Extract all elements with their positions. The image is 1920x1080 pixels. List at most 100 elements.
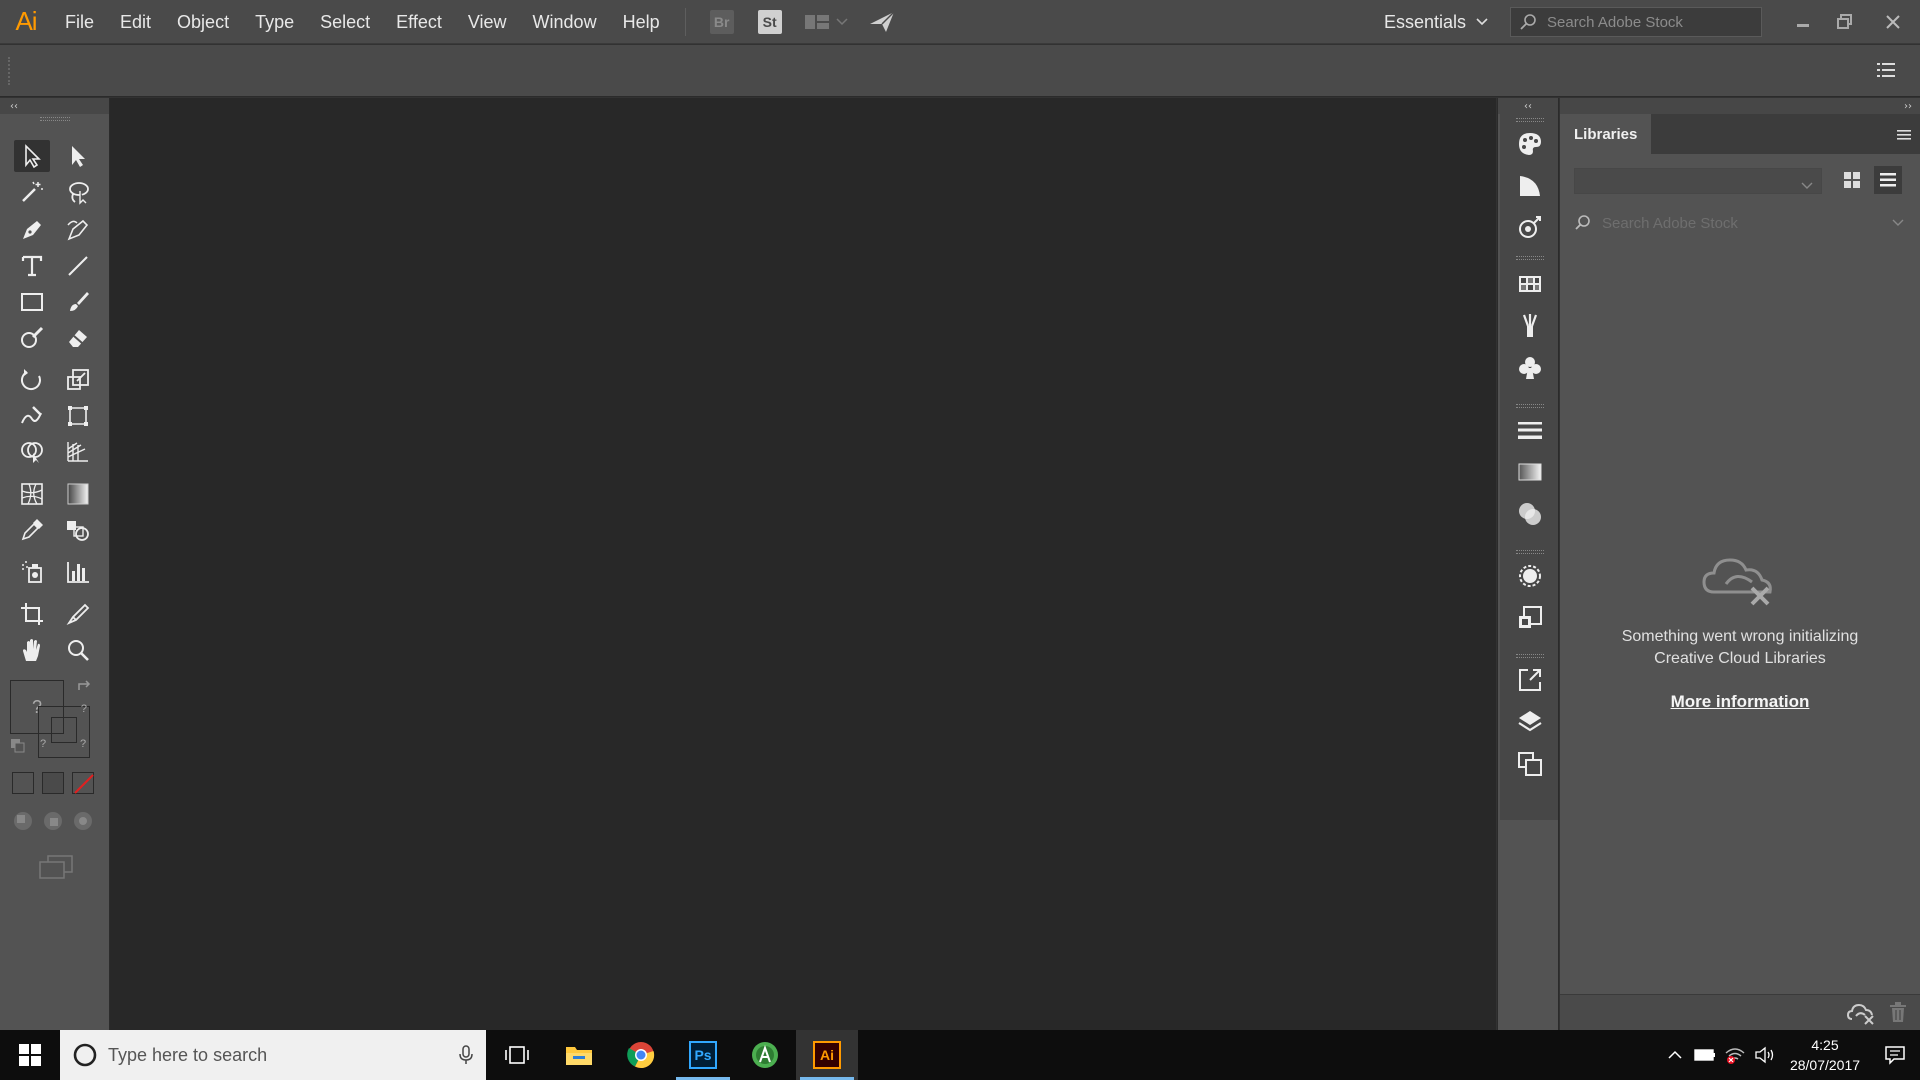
appearance-panel-button[interactable] xyxy=(1514,560,1546,592)
zoom-tool[interactable] xyxy=(60,634,96,666)
restore-button[interactable] xyxy=(1824,0,1866,44)
delete-button[interactable] xyxy=(1888,1001,1908,1027)
screen-mode-button[interactable] xyxy=(38,854,74,884)
layers-panel-button[interactable] xyxy=(1514,706,1546,738)
grid-view-button[interactable] xyxy=(1838,166,1866,194)
symbol-sprayer-tool[interactable] xyxy=(14,556,50,588)
selection-tool[interactable] xyxy=(14,140,50,172)
dock-grip[interactable] xyxy=(1516,118,1544,122)
rotate-tool[interactable] xyxy=(14,364,50,396)
color-themes-panel-button[interactable] xyxy=(1514,212,1546,244)
minimize-button[interactable] xyxy=(1782,0,1824,44)
dock-grip[interactable] xyxy=(1516,654,1544,658)
menu-edit[interactable]: Edit xyxy=(107,0,164,44)
artboard-tool[interactable] xyxy=(14,598,50,630)
dock-grip[interactable] xyxy=(1516,256,1544,260)
taskbar-search-input[interactable] xyxy=(108,1044,436,1066)
sync-status-button[interactable] xyxy=(1846,1001,1876,1029)
gradient-panel-button[interactable] xyxy=(1514,456,1546,488)
transparency-panel-button[interactable] xyxy=(1514,498,1546,530)
gradient-mode-button[interactable] xyxy=(42,772,64,794)
publish-button[interactable] xyxy=(868,10,896,34)
libraries-expand-button[interactable]: ›› xyxy=(1560,98,1920,114)
more-information-link[interactable]: More information xyxy=(1671,692,1810,712)
task-view-button[interactable] xyxy=(486,1030,548,1080)
mesh-tool[interactable] xyxy=(14,478,50,510)
hand-tool[interactable] xyxy=(14,634,50,666)
dock-collapse-button[interactable]: ‹‹ xyxy=(1498,98,1558,114)
list-view-button[interactable] xyxy=(1874,166,1902,194)
show-hidden-icons-button[interactable] xyxy=(1660,1030,1690,1080)
network-button[interactable] xyxy=(1720,1030,1750,1080)
menu-window[interactable]: Window xyxy=(520,0,610,44)
document-canvas[interactable] xyxy=(110,98,1496,1030)
free-transform-tool[interactable] xyxy=(60,400,96,432)
draw-inside-button[interactable] xyxy=(72,810,94,832)
start-button[interactable] xyxy=(0,1030,60,1080)
export-assets-panel-button[interactable] xyxy=(1514,664,1546,696)
magic-wand-tool[interactable] xyxy=(14,176,50,208)
library-stock-search-input[interactable] xyxy=(1602,214,1882,232)
menu-file[interactable]: File xyxy=(52,0,107,44)
column-graph-tool[interactable] xyxy=(60,556,96,588)
menu-effect[interactable]: Effect xyxy=(383,0,455,44)
scale-tool[interactable] xyxy=(60,364,96,396)
color-guide-panel-button[interactable] xyxy=(1514,170,1546,202)
menu-object[interactable]: Object xyxy=(164,0,242,44)
draw-behind-button[interactable] xyxy=(42,810,64,832)
libraries-panel-menu-button[interactable] xyxy=(1896,127,1912,146)
color-mode-button[interactable] xyxy=(12,772,34,794)
swatches-panel-button[interactable] xyxy=(1514,268,1546,300)
paintbrush-tool[interactable] xyxy=(60,286,96,318)
arrange-documents-button[interactable] xyxy=(804,13,848,31)
chevron-down-icon[interactable] xyxy=(1892,219,1904,227)
artboards-panel-button[interactable] xyxy=(1514,748,1546,780)
volume-button[interactable] xyxy=(1750,1030,1780,1080)
none-mode-button[interactable] xyxy=(72,772,94,794)
curvature-tool[interactable] xyxy=(60,214,96,246)
close-button[interactable] xyxy=(1866,0,1920,44)
type-tool[interactable] xyxy=(14,250,50,282)
stroke-swatch[interactable]: ? xyxy=(38,703,90,758)
android-studio-button[interactable] xyxy=(734,1030,796,1080)
menu-view[interactable]: View xyxy=(455,0,520,44)
photoshop-button[interactable]: Ps xyxy=(672,1030,734,1080)
color-panel-button[interactable] xyxy=(1514,128,1546,160)
graphic-styles-panel-button[interactable] xyxy=(1514,602,1546,634)
clock[interactable]: 4:25 28/07/2017 xyxy=(1780,1035,1870,1075)
dock-grip[interactable] xyxy=(1516,404,1544,408)
menu-type[interactable]: Type xyxy=(242,0,307,44)
perspective-grid-tool[interactable] xyxy=(60,436,96,468)
menu-select[interactable]: Select xyxy=(307,0,383,44)
action-center-button[interactable] xyxy=(1870,1030,1920,1080)
tools-collapse-button[interactable]: ‹‹ xyxy=(0,98,109,114)
line-segment-tool[interactable] xyxy=(60,250,96,282)
menu-help[interactable]: Help xyxy=(610,0,673,44)
rectangle-tool[interactable] xyxy=(14,286,50,318)
illustrator-button[interactable]: Ai xyxy=(796,1030,858,1080)
workspace-switcher[interactable]: Essentials xyxy=(1384,12,1488,33)
brushes-panel-button[interactable] xyxy=(1514,310,1546,342)
draw-normal-button[interactable] xyxy=(12,810,34,832)
shaper-tool[interactable] xyxy=(14,322,50,354)
gradient-tool[interactable] xyxy=(60,478,96,510)
bridge-button[interactable]: Br xyxy=(709,9,734,34)
tab-libraries[interactable]: Libraries xyxy=(1560,114,1652,154)
library-dropdown[interactable] xyxy=(1574,168,1822,194)
blend-tool[interactable] xyxy=(60,514,96,546)
lasso-tool[interactable] xyxy=(60,176,96,208)
file-explorer-button[interactable] xyxy=(548,1030,610,1080)
chrome-button[interactable] xyxy=(610,1030,672,1080)
symbols-panel-button[interactable] xyxy=(1514,352,1546,384)
eyedropper-tool[interactable] xyxy=(14,514,50,546)
stock-button[interactable]: St xyxy=(757,9,782,34)
eraser-tool[interactable] xyxy=(60,322,96,354)
warp-tool[interactable] xyxy=(14,400,50,432)
default-fill-stroke-button[interactable] xyxy=(10,738,26,758)
control-bar-grip[interactable] xyxy=(8,57,10,85)
shape-builder-tool[interactable] xyxy=(14,436,50,468)
tools-grip[interactable] xyxy=(0,114,109,124)
swap-fill-stroke-button[interactable] xyxy=(76,680,92,700)
direct-selection-tool[interactable] xyxy=(60,140,96,172)
dock-grip[interactable] xyxy=(1516,550,1544,554)
